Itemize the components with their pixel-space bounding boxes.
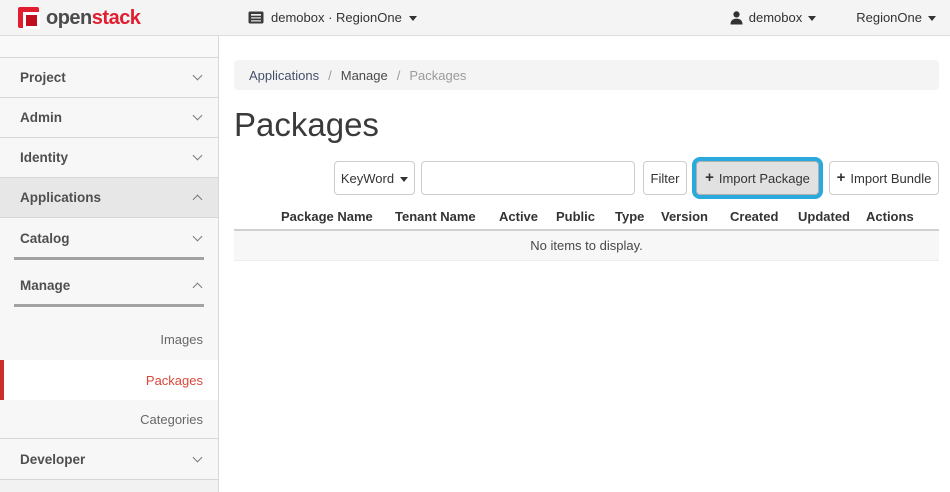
context-switcher-label: demobox · RegionOne	[271, 10, 402, 25]
sidebar-item-label: Packages	[146, 373, 203, 388]
caret-down-icon	[928, 16, 936, 21]
list-alt-icon	[248, 11, 264, 24]
caret-down-icon	[409, 16, 417, 21]
column-header-version[interactable]: Version	[661, 209, 730, 224]
column-header-actions[interactable]: Actions	[866, 209, 928, 224]
sidebar-item-label: Project	[20, 70, 66, 85]
chevron-up-icon	[193, 195, 203, 205]
chevron-down-icon	[193, 111, 203, 121]
breadcrumb-link-manage[interactable]: Manage	[341, 68, 388, 83]
table-empty-row: No items to display.	[234, 229, 939, 261]
plus-icon: +	[837, 170, 846, 185]
sidebar-item-label: Categories	[140, 412, 203, 427]
page-layout: Project Admin Identity Applications Cata…	[0, 36, 950, 492]
page-title: Packages	[234, 106, 939, 144]
sidebar-item-label: Developer	[20, 452, 85, 467]
sidebar-item-applications[interactable]: Applications	[0, 178, 218, 218]
user-menu[interactable]: demobox	[730, 10, 816, 25]
topbar-right-menus: demobox RegionOne	[730, 10, 936, 25]
project-region-switcher[interactable]: demobox · RegionOne	[248, 10, 417, 25]
sidebar: Project Admin Identity Applications Cata…	[0, 36, 219, 492]
sidebar-item-project[interactable]: Project	[0, 58, 218, 98]
chevron-down-icon	[193, 452, 203, 462]
column-header-type[interactable]: Type	[615, 209, 661, 224]
sidebar-item-catalog[interactable]: Catalog	[0, 218, 218, 265]
sidebar-item-categories[interactable]: Categories	[0, 400, 218, 438]
column-header-package-name[interactable]: Package Name	[281, 209, 395, 224]
region-menu-label: RegionOne	[856, 10, 922, 25]
keyword-dropdown-label: KeyWord	[341, 171, 394, 186]
filter-button-label: Filter	[651, 171, 680, 186]
chevron-down-icon	[193, 151, 203, 161]
column-header-tenant-name[interactable]: Tenant Name	[395, 209, 499, 224]
search-input[interactable]	[421, 161, 635, 195]
import-bundle-button[interactable]: + Import Bundle	[829, 161, 939, 195]
column-header-active[interactable]: Active	[499, 209, 556, 224]
breadcrumb-current: Packages	[409, 68, 466, 83]
column-header-created[interactable]: Created	[730, 209, 798, 224]
sidebar-item-developer[interactable]: Developer	[0, 438, 218, 480]
chevron-down-icon	[193, 71, 203, 81]
import-package-button[interactable]: + Import Package	[696, 161, 819, 195]
sidebar-item-admin[interactable]: Admin	[0, 98, 218, 138]
openstack-logo-text: openstack	[46, 8, 140, 28]
breadcrumb-link-applications[interactable]: Applications	[249, 68, 319, 83]
sidebar-item-label: Images	[160, 332, 203, 347]
openstack-cube-icon	[18, 7, 39, 28]
sidebar-item-packages[interactable]: Packages	[0, 360, 218, 400]
sidebar-item-manage[interactable]: Manage	[0, 265, 218, 318]
logo-open-text: open	[46, 7, 92, 29]
chevron-down-icon	[193, 232, 203, 242]
user-icon	[730, 11, 743, 25]
top-navbar: openstack demobox · RegionOne demobox Re…	[0, 0, 950, 36]
sidebar-item-label: Applications	[20, 190, 101, 205]
sidebar-item-label: Identity	[20, 150, 68, 165]
keyword-filter-dropdown[interactable]: KeyWord	[334, 161, 415, 195]
chevron-up-icon	[193, 283, 203, 293]
breadcrumb: Applications / Manage / Packages	[234, 60, 939, 90]
import-package-label: Import Package	[719, 171, 810, 186]
packages-table-header: Package Name Tenant Name Active Public T…	[234, 203, 939, 229]
region-menu[interactable]: RegionOne	[856, 10, 936, 25]
openstack-logo[interactable]: openstack	[18, 7, 140, 28]
caret-down-icon	[400, 177, 408, 182]
sidebar-item-label: Manage	[20, 278, 70, 293]
column-header-public[interactable]: Public	[556, 209, 615, 224]
sidebar-item-label: Catalog	[20, 231, 70, 246]
column-header-updated[interactable]: Updated	[798, 209, 866, 224]
caret-down-icon	[808, 16, 816, 21]
empty-message: No items to display.	[530, 238, 642, 253]
section-underline	[14, 304, 204, 307]
sidebar-item-label: Admin	[20, 110, 62, 125]
breadcrumb-separator: /	[397, 68, 401, 83]
breadcrumb-separator: /	[328, 68, 332, 83]
logo-stack-text: stack	[92, 7, 141, 29]
filter-button[interactable]: Filter	[643, 161, 687, 195]
section-underline	[14, 257, 204, 260]
sidebar-bottom-filler	[0, 480, 218, 492]
user-menu-label: demobox	[749, 10, 802, 25]
sidebar-top-spacer	[0, 36, 218, 58]
plus-icon: +	[705, 170, 714, 185]
sidebar-item-identity[interactable]: Identity	[0, 138, 218, 178]
sidebar-item-images[interactable]: Images	[0, 318, 218, 360]
import-bundle-label: Import Bundle	[850, 171, 931, 186]
main-content: Applications / Manage / Packages Package…	[219, 36, 950, 492]
table-toolbar: KeyWord Filter + Import Package + Import…	[234, 161, 939, 195]
